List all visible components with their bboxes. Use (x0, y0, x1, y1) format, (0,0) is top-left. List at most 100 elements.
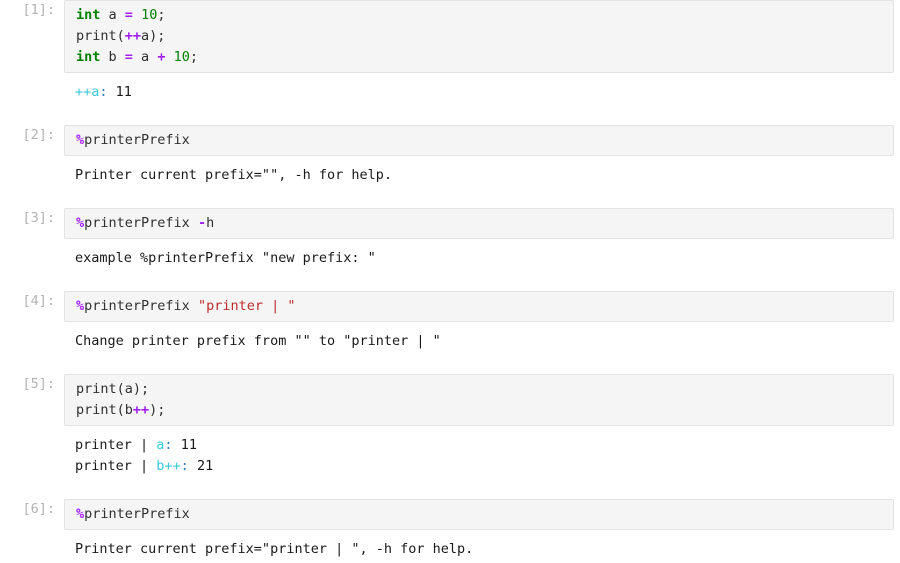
cell-body: %printerPrefix (64, 125, 900, 156)
code-token: Change printer prefix from "" to "printe… (75, 333, 441, 349)
notebook-cell-output-row: example %printerPrefix "new prefix: " (0, 239, 900, 269)
output-line: ++a: 11 (64, 82, 894, 103)
cell-body: %printerPrefix -h (64, 208, 900, 239)
cell-body: Printer current prefix="", -h for help. (64, 156, 900, 186)
cell-body: Change printer prefix from "" to "printe… (64, 322, 900, 352)
code-token: 10 (173, 49, 190, 65)
code-line: %printerPrefix "printer | " (65, 296, 893, 317)
code-line: print(b++); (65, 400, 893, 421)
cell-output-area: ++a: 11 (64, 73, 894, 103)
output-prompt-spacer (0, 530, 64, 551)
output-line: printer | b++: 21 (64, 456, 894, 477)
notebook-cell-output-row: Change printer prefix from "" to "printe… (0, 322, 900, 352)
code-token: a (132, 49, 158, 65)
code-token: 21 (188, 458, 214, 474)
code-line: print(++a); (65, 26, 893, 47)
notebook-cell-input-row: [4]: %printerPrefix "printer | " (0, 291, 900, 322)
code-token: example %printerPrefix "new prefix: " (75, 250, 376, 266)
output-line: printer | a: 11 (64, 435, 894, 456)
cell-gap (0, 103, 900, 125)
code-token: Printer current prefix="", -h for help. (75, 167, 392, 183)
cell-output-area: Printer current prefix="", -h for help. (64, 156, 894, 186)
code-token: int (76, 49, 101, 65)
cell-prompt-label[interactable]: [2]: (0, 125, 64, 146)
code-token: printerPrefix (84, 298, 198, 314)
code-line: int b = a + 10; (65, 47, 893, 68)
code-token: 10 (141, 7, 158, 23)
code-token: "printer | " (197, 298, 296, 314)
code-token: print( (76, 28, 125, 44)
notebook-cell-input-row: [3]: %printerPrefix -h (0, 208, 900, 239)
code-input-area[interactable]: %printerPrefix (64, 125, 894, 156)
code-input-area[interactable]: %printerPrefix -h (64, 208, 894, 239)
code-token: b (100, 49, 125, 65)
notebook-cell-output-row: ++a: 11 (0, 73, 900, 103)
code-token: printerPrefix (84, 132, 190, 148)
notebook-container: [1]: int a = 10; print(++a); int b = a + 10… (0, 0, 900, 563)
output-prompt-spacer (0, 73, 64, 94)
code-token: ; (189, 49, 198, 65)
code-token: : (99, 84, 108, 100)
code-token: ; (157, 7, 166, 23)
code-token: % (76, 132, 85, 148)
code-token: printerPrefix (84, 506, 190, 522)
code-input-area[interactable]: %printerPrefix (64, 499, 894, 530)
output-line: Printer current prefix="printer | ", -h … (64, 539, 894, 560)
cell-output-area: Change printer prefix from "" to "printe… (64, 322, 894, 352)
code-token: - (197, 215, 207, 231)
code-line: %printerPrefix (65, 504, 893, 525)
output-prompt-spacer (0, 156, 64, 177)
code-token: print(b (76, 402, 133, 418)
cell-body: %printerPrefix "printer | " (64, 291, 900, 322)
cell-prompt-label[interactable]: [5]: (0, 374, 64, 395)
notebook-cell-input-row: [2]: %printerPrefix (0, 125, 900, 156)
code-token: % (76, 298, 85, 314)
cell-body: printer | a: 11 printer | b++: 21 (64, 426, 900, 477)
code-token: ); (149, 402, 166, 418)
cell-prompt-label[interactable]: [1]: (0, 0, 64, 21)
cell-prompt-label[interactable]: [3]: (0, 208, 64, 229)
cell-gap (0, 186, 900, 208)
cell-prompt-label[interactable]: [4]: (0, 291, 64, 312)
code-token: printer | (75, 437, 157, 453)
notebook-cell-output-row: printer | a: 11 printer | b++: 21 (0, 426, 900, 477)
output-line: example %printerPrefix "new prefix: " (64, 248, 894, 269)
code-token: int (76, 7, 101, 23)
code-token: ++a (75, 84, 100, 100)
cell-body: %printerPrefix (64, 499, 900, 530)
notebook-cell-input-row: [6]: %printerPrefix (0, 499, 900, 530)
code-token: : (164, 437, 173, 453)
code-token: Printer current prefix="printer | ", -h … (75, 541, 474, 557)
code-input-area[interactable]: print(a); print(b++); (64, 374, 894, 426)
code-token: 11 (107, 84, 132, 100)
code-input-area[interactable]: int a = 10; print(++a); int b = a + 10; (64, 0, 894, 73)
code-line: int a = 10; (65, 5, 893, 26)
code-token: printer | (75, 458, 157, 474)
cell-output-area: example %printerPrefix "new prefix: " (64, 239, 894, 269)
code-token: ++ (124, 28, 142, 44)
cell-body: ++a: 11 (64, 73, 900, 103)
cell-gap (0, 352, 900, 374)
code-token: printerPrefix (84, 215, 198, 231)
notebook-cell-output-row: Printer current prefix="printer | ", -h … (0, 530, 900, 560)
code-line: %printerPrefix -h (65, 213, 893, 234)
code-token: a); (141, 28, 166, 44)
code-token: h (206, 215, 215, 231)
code-token: : (180, 458, 189, 474)
code-token: = (124, 7, 133, 23)
notebook-cell-input-row: [5]: print(a); print(b++); (0, 374, 900, 426)
code-token: a (100, 7, 125, 23)
code-token: % (76, 215, 85, 231)
cell-output-area: Printer current prefix="printer | ", -h … (64, 530, 894, 560)
output-line: Printer current prefix="", -h for help. (64, 165, 894, 186)
cell-gap (0, 477, 900, 499)
code-input-area[interactable]: %printerPrefix "printer | " (64, 291, 894, 322)
code-token: % (76, 506, 85, 522)
cell-body: example %printerPrefix "new prefix: " (64, 239, 900, 269)
cell-output-area: printer | a: 11 printer | b++: 21 (64, 426, 894, 477)
output-line: Change printer prefix from "" to "printe… (64, 331, 894, 352)
cell-body: int a = 10; print(++a); int b = a + 10; (64, 0, 900, 73)
cell-prompt-label[interactable]: [6]: (0, 499, 64, 520)
